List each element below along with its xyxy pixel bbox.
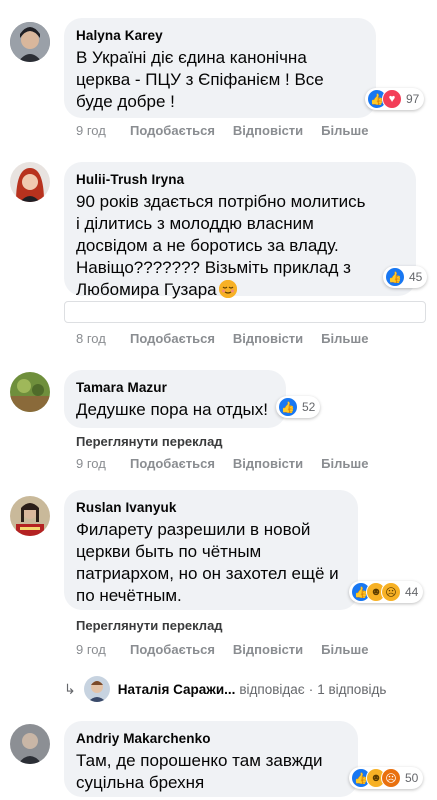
like-button[interactable]: Подобається: [130, 123, 215, 138]
love-icon: ♥: [382, 89, 402, 109]
reaction-summary[interactable]: 👍 ☻ ☹ 44: [349, 581, 424, 603]
comment-text: Там, де порошенко там завжди суцільна бр…: [76, 751, 323, 792]
reply-author[interactable]: Наталія Саражи...: [118, 682, 236, 697]
comment-text: В Україні діє єдина канонічна церква - П…: [76, 48, 324, 111]
reaction-count: 45: [409, 270, 423, 284]
comment-author[interactable]: Hulii-Trush Iryna: [76, 172, 402, 187]
comment-time[interactable]: 9 год: [76, 642, 130, 657]
comment-bubble[interactable]: Andriy Makarchenko Там, де порошенко там…: [64, 721, 358, 797]
comment-time[interactable]: 9 год: [76, 456, 130, 471]
avatar[interactable]: [10, 496, 50, 536]
comment-author[interactable]: Andriy Makarchenko: [76, 731, 344, 746]
reply-action: відповідає: [239, 681, 305, 697]
sad-icon: ☹: [381, 582, 401, 602]
reply-button[interactable]: Відповісти: [233, 456, 303, 471]
more-button[interactable]: Більше: [321, 123, 368, 138]
angry-icon: ☹: [381, 768, 401, 788]
comment-time[interactable]: 8 год: [76, 331, 130, 346]
like-button[interactable]: Подобається: [130, 642, 215, 657]
more-button[interactable]: Більше: [321, 331, 368, 346]
reaction-summary[interactable]: 👍 45: [383, 266, 428, 288]
see-translation-link[interactable]: Переглянути переклад: [76, 618, 223, 633]
comment-bubble[interactable]: Tamara Mazur Дедушке пора на отдых!: [64, 370, 286, 428]
reaction-summary[interactable]: 👍 ☻ ☹ 50: [349, 767, 424, 789]
comment-bubble[interactable]: Halyna Karey В Україні діє єдина каноніч…: [64, 18, 376, 118]
more-button[interactable]: Більше: [321, 456, 368, 471]
reply-button[interactable]: Відповісти: [233, 123, 303, 138]
reaction-count: 44: [405, 585, 419, 599]
reply-count[interactable]: 1 відповідь: [317, 682, 386, 697]
comment-actions: 8 год Подобається Відповісти Більше: [76, 331, 386, 346]
reaction-count: 97: [406, 92, 420, 106]
reply-button[interactable]: Відповісти: [233, 331, 303, 346]
comment-bubble[interactable]: Hulii-Trush Iryna 90 років здається потр…: [64, 162, 416, 299]
comment-author[interactable]: Ruslan Ivanyuk: [76, 500, 344, 515]
comment-author[interactable]: Tamara Mazur: [76, 380, 272, 395]
relieved-face-emoji-icon: [218, 280, 237, 298]
reaction-summary[interactable]: 👍 ♥ 97: [365, 88, 425, 110]
more-button[interactable]: Більше: [321, 642, 368, 657]
comment-actions: 9 год Подобається Відповісти Більше: [76, 642, 386, 657]
reply-arrow-icon: ↳: [64, 680, 76, 697]
reply-avatar: [83, 676, 110, 702]
like-button[interactable]: Подобається: [130, 456, 215, 471]
comment-actions: 9 год Подобається Відповісти Більше: [76, 123, 386, 138]
avatar[interactable]: [10, 22, 50, 62]
reply-button[interactable]: Відповісти: [233, 642, 303, 657]
avatar[interactable]: [10, 162, 50, 202]
like-button[interactable]: Подобається: [130, 331, 215, 346]
replies-summary[interactable]: ↳ Наталія Саражи... відповідає · 1 відпо…: [64, 676, 386, 702]
like-icon: 👍: [385, 267, 405, 287]
comment-text: Филарету разрешили в новой церкви быть п…: [76, 520, 339, 605]
avatar[interactable]: [10, 724, 50, 764]
like-icon: 👍: [278, 397, 298, 417]
comment-text: 90 років здається потрібно молитись і ді…: [76, 191, 402, 301]
see-translation-link[interactable]: Переглянути переклад: [76, 434, 223, 449]
comment-text: Дедушке пора на отдых!: [76, 400, 268, 419]
comment-author[interactable]: Halyna Karey: [76, 28, 362, 43]
reaction-count: 52: [302, 400, 316, 414]
reply-input[interactable]: [64, 301, 426, 323]
comment-actions: 9 год Подобається Відповісти Більше: [76, 456, 386, 471]
comment-bubble[interactable]: Ruslan Ivanyuk Филарету разрешили в ново…: [64, 490, 358, 610]
avatar[interactable]: [10, 372, 50, 412]
reaction-summary[interactable]: 👍 52: [276, 396, 321, 418]
reaction-count: 50: [405, 771, 419, 785]
comment-time[interactable]: 9 год: [76, 123, 130, 138]
reply-separator: ·: [308, 681, 314, 697]
